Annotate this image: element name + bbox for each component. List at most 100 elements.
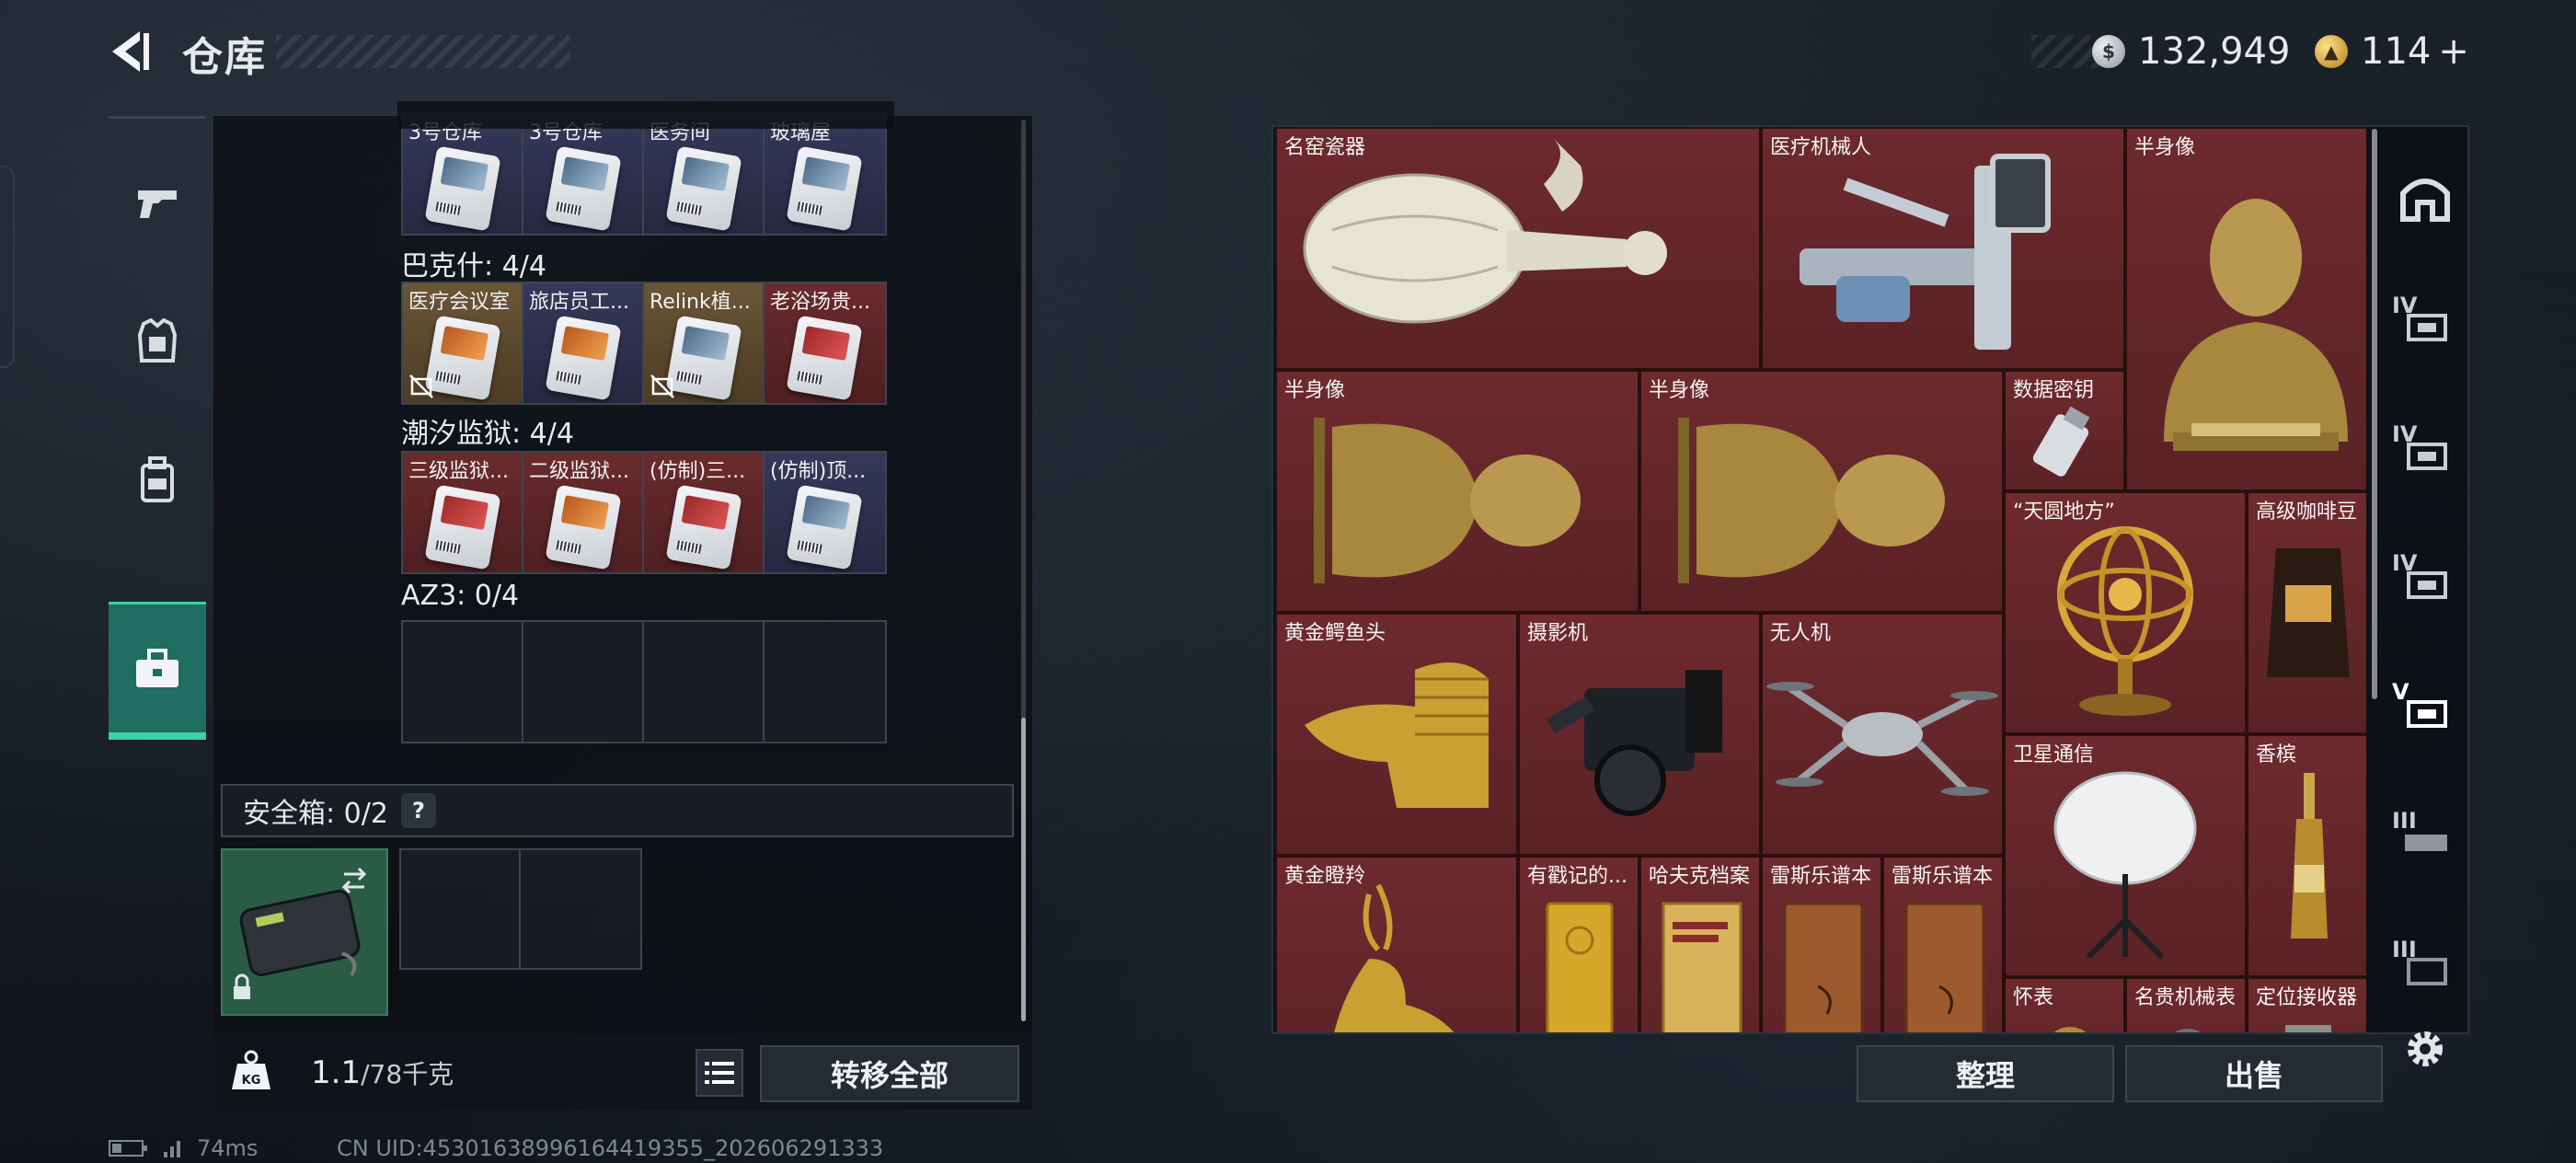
stash-item[interactable]: 黄金鳄鱼头 [1275, 613, 1518, 856]
keycard-slot[interactable]: 医务间 [644, 114, 765, 234]
keycard-slot[interactable]: 三级监狱... [403, 453, 523, 572]
list-view-button[interactable] [696, 1049, 743, 1097]
stash-item[interactable]: 半身像 [2125, 127, 2366, 491]
keycard-slot[interactable]: 3号仓库 [403, 114, 523, 234]
tab-tier-label: IV [2392, 293, 2418, 318]
empty-slot[interactable] [523, 622, 644, 742]
settings-gear-icon[interactable] [2401, 1025, 2449, 1073]
help-button[interactable]: ? [400, 793, 436, 828]
tab-backpack[interactable] [109, 410, 206, 548]
safe-box-label: 安全箱: 0/2 [243, 798, 388, 830]
safe-box-header: 安全箱: 0/2 ? [221, 784, 1014, 837]
no-card-icon [409, 374, 433, 398]
gold-coin-icon: ▲ [2315, 35, 2348, 68]
transfer-all-button[interactable]: 转移全部 [760, 1045, 1019, 1102]
container-scrollbar-thumb[interactable] [1021, 718, 1026, 1021]
weight-current: 1.1 [311, 1054, 362, 1091]
stash-item[interactable]: 怀表 [2004, 977, 2125, 1032]
stash-grid: 名窑瓷器 医疗机械人 半身像 半身像 半身像 数据密钥 “天圆地方” 高级咖啡豆… [1275, 127, 2366, 1032]
stash-tab-5-active[interactable]: V [2385, 653, 2466, 773]
item-label: 黄金瞪羚 [1284, 865, 1366, 888]
organize-button[interactable]: 整理 [1857, 1045, 2114, 1102]
stash-item[interactable]: 医疗机械人 [1761, 127, 2125, 370]
stash-item[interactable]: 哈夫克档案 [1639, 856, 1761, 1032]
keycard-slot[interactable]: 老浴场贵... [765, 283, 885, 403]
stash-item[interactable]: 雷斯乐谱本 [1761, 856, 1882, 1032]
silver-amount: 132,949 [2138, 30, 2291, 73]
page-title: 仓库 [182, 34, 267, 81]
safe-case-slot[interactable] [221, 848, 388, 1016]
stash-tab-3[interactable]: III [2385, 911, 2466, 1031]
gold-currency[interactable]: ▲ 114 + [2315, 26, 2469, 77]
armor-vest-icon [137, 318, 178, 363]
stash-item[interactable]: 定位接收器 [2247, 977, 2366, 1032]
tab-containers[interactable] [109, 602, 206, 740]
empty-slot[interactable] [403, 622, 523, 742]
stash-item[interactable]: 半身像 [1275, 370, 1639, 613]
keycard-slot[interactable]: (仿制)三... [644, 453, 765, 572]
keycard-slot[interactable]: 二级监狱... [523, 453, 644, 572]
keycard-row-0: 3号仓库 3号仓库 医务间 玻璃屋 [401, 112, 887, 236]
empty-slot[interactable] [401, 850, 521, 968]
tab-weapons[interactable] [109, 134, 206, 272]
tab-armor[interactable] [109, 272, 206, 410]
stash-item[interactable]: 名贵机械表 [2125, 977, 2247, 1032]
stash-tab-4[interactable]: IV [2385, 524, 2466, 644]
silver-coin-icon: $ [2092, 35, 2125, 68]
item-label: 半身像 [1649, 379, 1710, 402]
add-gold-button[interactable]: + [2438, 30, 2469, 73]
item-label: 高级咖啡豆 [2256, 501, 2358, 524]
slot-label: 三级监狱... [408, 460, 509, 483]
silver-currency[interactable]: $ 132,949 [2092, 26, 2290, 77]
stash-item[interactable]: 雷斯乐谱本 [1882, 856, 2004, 1032]
backpack-icon [141, 456, 174, 502]
satellite-dish-icon [2053, 771, 2197, 960]
keycard-icon [545, 145, 622, 232]
keycard-slot[interactable]: 旅店员工... [523, 283, 644, 403]
keycard-slot[interactable]: (仿制)顶... [765, 453, 885, 572]
stash-item[interactable]: 有戳记的... [1518, 856, 1639, 1032]
tab-tier-label: V [2392, 679, 2409, 705]
empty-slot[interactable] [644, 622, 765, 742]
keycard-slot[interactable]: Relink植... [644, 283, 765, 403]
stash-tab-4[interactable]: IV [2385, 396, 2466, 515]
side-nav [109, 116, 206, 769]
stash-tab-main[interactable] [2385, 138, 2466, 258]
stash-item[interactable]: 卫星通信 [2004, 734, 2247, 977]
group-title: AZ3: 0/4 [401, 580, 520, 612]
stash-item[interactable]: 半身像 [1639, 370, 2004, 613]
stash-tab-4[interactable]: IV [2385, 267, 2466, 386]
stash-item[interactable]: 香槟 [2247, 734, 2366, 977]
stash-scrollbar[interactable] [2372, 129, 2377, 699]
slot-label: Relink植... [650, 291, 751, 314]
stash-tab-3[interactable]: III [2385, 782, 2466, 902]
stash-item[interactable]: 名窑瓷器 [1275, 127, 1761, 370]
back-arrow-icon[interactable] [103, 26, 155, 77]
stash-item[interactable]: 无人机 [1761, 613, 2004, 856]
keycard-row-1: 医疗会议室 旅店员工... Relink植... 老浴场贵... [401, 282, 887, 405]
slot-label: (仿制)顶... [770, 460, 867, 483]
item-label: 摄影机 [1527, 622, 1589, 645]
champagne-icon [2291, 773, 2328, 938]
weight-max: /78千克 [361, 1059, 454, 1089]
sell-button[interactable]: 出售 [2125, 1045, 2383, 1102]
slot-label: 二级监狱... [529, 460, 629, 483]
battery-icon [109, 1140, 147, 1157]
stash-item[interactable]: 摄影机 [1518, 613, 1761, 856]
bust-statue-icon [1314, 418, 1581, 583]
keycard-slot[interactable]: 医疗会议室 [403, 283, 523, 403]
keycard-slot[interactable]: 3号仓库 [523, 114, 644, 234]
pistol-icon [138, 190, 177, 218]
keycard-slot[interactable]: 玻璃屋 [765, 114, 885, 234]
stash-item[interactable]: 黄金瞪羚 [1275, 856, 1518, 1032]
gold-amount: 114 [2361, 30, 2432, 73]
keycard-row-2: 三级监狱... 二级监狱... (仿制)三... (仿制)顶... [401, 451, 887, 574]
keycard-icon [786, 145, 863, 232]
empty-slot[interactable] [765, 622, 885, 742]
item-label: 半身像 [1284, 379, 1346, 402]
keycard-icon [786, 315, 863, 401]
stash-item[interactable]: “天圆地方” [2004, 491, 2247, 734]
stash-item[interactable]: 数据密钥 [2004, 370, 2125, 491]
stash-item[interactable]: 高级咖啡豆 [2247, 491, 2366, 734]
empty-slot[interactable] [521, 850, 640, 968]
